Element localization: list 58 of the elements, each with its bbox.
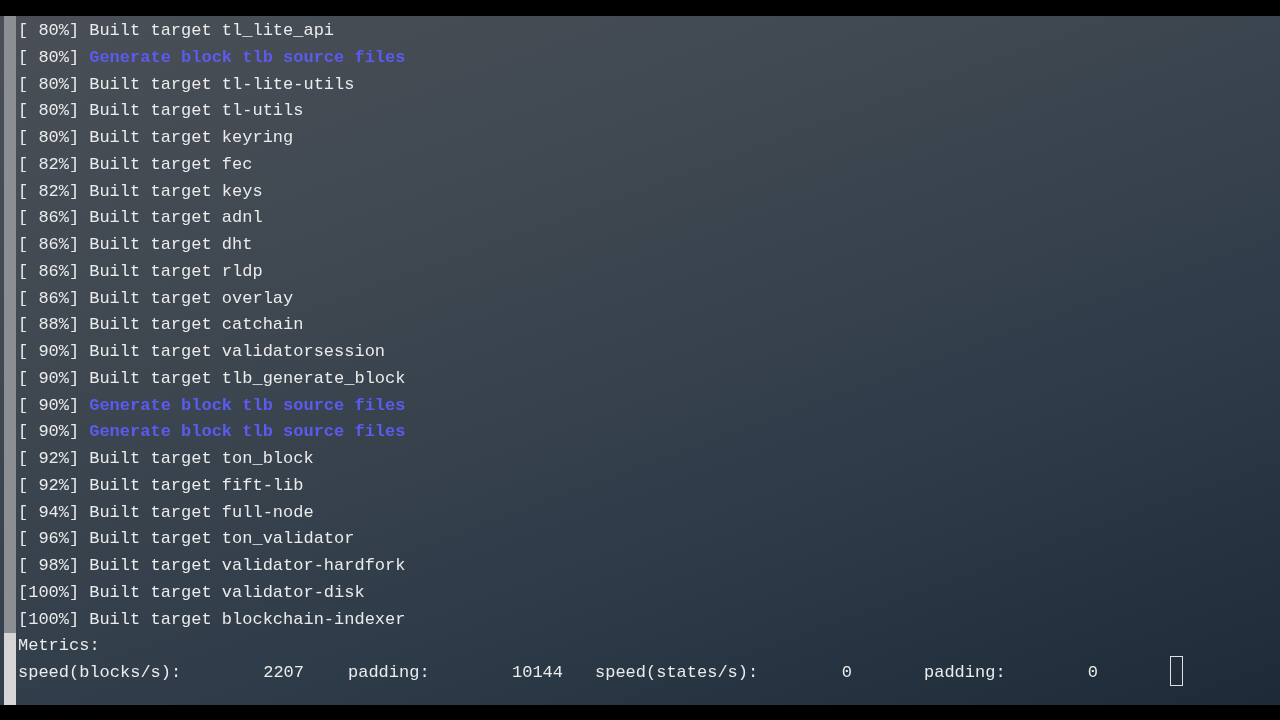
progress-percent: [100%]	[18, 608, 80, 631]
progress-percent: [ 86%]	[18, 234, 80, 256]
progress-percent: [ 90%]	[18, 421, 80, 444]
metrics-heading: Metrics:	[18, 635, 100, 658]
progress-percent: [ 98%]	[18, 555, 80, 577]
progress-percent: [ 92%]	[18, 448, 80, 470]
build-message: Built target tl-lite-utils	[89, 73, 355, 96]
build-message: Built target rldp	[89, 260, 263, 283]
progress-percent: [ 86%]	[18, 207, 80, 230]
build-message: Built target overlay	[89, 287, 294, 310]
progress-percent: [ 86%]	[18, 260, 80, 283]
metric-label: speed(states/s):	[595, 662, 759, 684]
generate-message: Generate block tlb source files	[89, 46, 406, 69]
cursor	[1170, 656, 1183, 686]
progress-percent: [ 90%]	[18, 367, 80, 390]
scrollbar-thumb[interactable]	[4, 633, 16, 705]
generate-message: Generate block tlb source files	[89, 421, 406, 444]
progress-percent: [ 80%]	[18, 100, 80, 123]
progress-percent: [ 82%]	[18, 153, 80, 176]
metric-value: 2207	[263, 662, 304, 684]
progress-percent: [ 94%]	[18, 501, 80, 524]
build-message: Built target validatorsession	[89, 341, 386, 363]
build-message: Built target fift-lib	[89, 474, 304, 497]
generate-message: Generate block tlb source files	[89, 394, 406, 417]
progress-percent: [ 90%]	[18, 341, 80, 363]
progress-percent: [100%]	[18, 581, 80, 604]
progress-percent: [ 80%]	[18, 73, 80, 96]
build-message: Built target catchain	[89, 314, 304, 337]
build-message: Built target adnl	[89, 207, 263, 230]
metric-label: speed(blocks/s):	[18, 662, 182, 684]
build-message: Built target keyring	[89, 127, 294, 149]
build-message: Built target ton_block	[89, 448, 314, 470]
metric-label: padding:	[348, 662, 430, 684]
progress-percent: [ 88%]	[18, 314, 80, 337]
build-message: Built target keys	[89, 180, 263, 203]
metric-value: 0	[1087, 662, 1098, 684]
build-message: Built target validator-hardfork	[89, 555, 406, 577]
progress-percent: [ 82%]	[18, 180, 80, 203]
scrollbar[interactable]	[4, 16, 16, 705]
build-message: Built target ton_validator	[89, 528, 355, 551]
build-message: Built target fec	[89, 153, 253, 176]
progress-percent: [ 80%]	[18, 46, 80, 69]
progress-percent: [ 80%]	[18, 127, 80, 149]
metric-value: 10144	[512, 662, 563, 684]
build-message: Built target blockchain-indexer	[89, 608, 406, 631]
build-message: Built target tlb_generate_block	[89, 367, 406, 390]
progress-percent: [ 90%]	[18, 394, 80, 417]
progress-percent: [ 80%]	[18, 20, 80, 42]
build-message: Built target tl_lite_api	[89, 20, 335, 42]
metric-value: 0	[841, 662, 852, 684]
build-message: Built target dht	[89, 234, 253, 256]
progress-percent: [ 86%]	[18, 287, 80, 310]
build-message: Built target full-node	[89, 501, 314, 524]
progress-percent: [ 92%]	[18, 474, 80, 497]
build-message: Built target tl-utils	[89, 100, 304, 123]
progress-percent: [ 96%]	[18, 528, 80, 551]
build-message: Built target validator-disk	[89, 581, 365, 604]
metric-label: padding:	[924, 662, 1006, 684]
